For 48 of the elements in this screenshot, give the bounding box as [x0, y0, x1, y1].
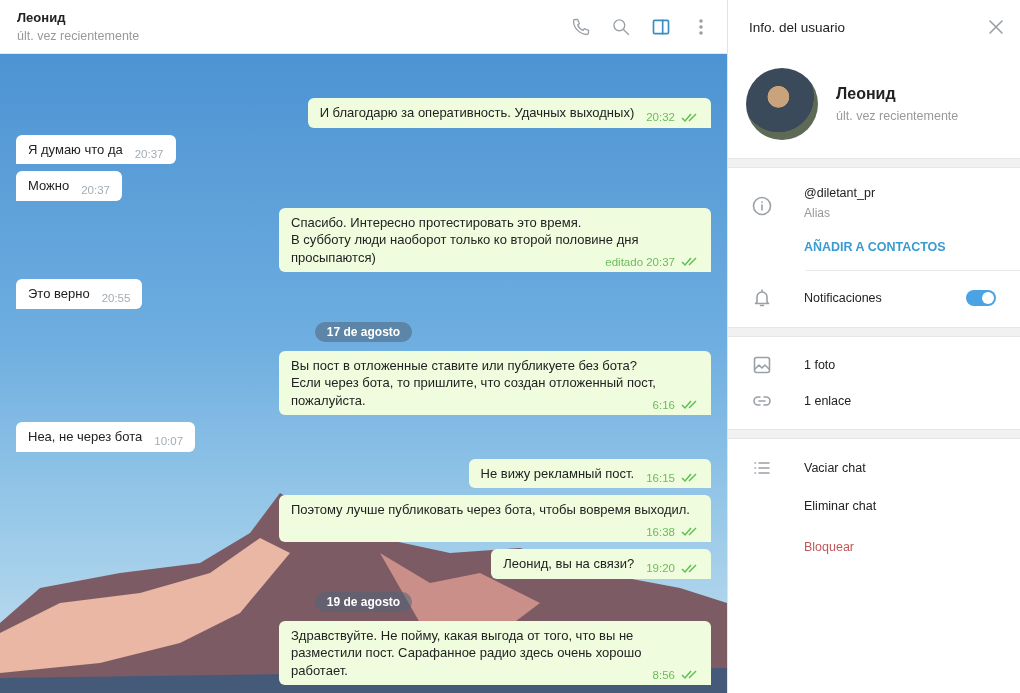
outgoing-message: Здравствуйте. Не пойму, какая выгода от того, что вы не разместили пост. Сарафанное радио здесь очень хорошо работает. 8:56: [279, 620, 711, 685]
message-time: 20:32: [646, 110, 675, 125]
chat-status: últ. vez recientemente: [17, 29, 141, 43]
image-icon: [752, 355, 772, 375]
date-separator: 19 de agosto: [314, 591, 413, 612]
notifications-toggle[interactable]: [966, 290, 996, 306]
date-separator: 17 de agosto: [314, 321, 413, 342]
media-item[interactable]: 1 enlace: [804, 394, 852, 408]
panel-title: Info. del usuario: [749, 19, 846, 35]
chat-action[interactable]: Eliminar chat: [804, 499, 877, 513]
outgoing-message: Не вижу рекламный пост. 16:15: [468, 458, 711, 488]
username-label: Alias: [804, 206, 831, 220]
double-check-icon: [681, 670, 699, 681]
incoming-message: Неа, не через бота 10:07: [16, 422, 196, 452]
bell-icon: [752, 288, 772, 308]
block-action[interactable]: Bloquear: [804, 540, 855, 554]
message-time: 20:37: [134, 146, 164, 162]
message-time: 16:38: [646, 524, 675, 540]
double-check-icon: [681, 112, 699, 123]
chat-action[interactable]: Vaciar chat: [804, 461, 866, 475]
double-check-icon: [681, 563, 699, 574]
outgoing-message: Леонид, вы на связи? 19:20: [491, 549, 711, 579]
incoming-message: Это верно 20:55: [16, 279, 143, 309]
message-time: 10:07: [154, 434, 184, 449]
message-time: 20:55: [101, 291, 131, 306]
message-time: 6:16: [652, 397, 675, 413]
username: @diletant_pr: [804, 186, 877, 200]
outgoing-message: Вы пост в отложенные ставите или публикуете без бота? Если через бота, то пришлите, что создан отложенный пост, пожалуйста. 6:16: [279, 350, 711, 415]
outgoing-message: Спасибо. Интересно протестировать это время. В субботу люди наоборот только ко второй половине дня просыпаются) editado 20:37: [279, 207, 711, 272]
message-time: editado 20:37: [605, 254, 675, 270]
message-time: 19:20: [646, 561, 675, 576]
notifications-label: Notificaciones: [804, 291, 882, 305]
incoming-message: Я думаю что да 20:37: [16, 134, 176, 164]
outgoing-message: И благодарю за оперативность. Удачных выходных) 20:32: [307, 98, 711, 128]
double-check-icon: [681, 473, 699, 484]
double-check-icon: [681, 257, 699, 268]
incoming-message: Можно 20:37: [16, 171, 122, 201]
double-check-icon: [681, 400, 699, 411]
info-icon: [752, 196, 772, 216]
outgoing-message: Поэтому лучше публиковать через бота, чтобы вовремя выходил. 16:38: [279, 495, 711, 542]
message-time: 8:56: [652, 667, 675, 683]
double-check-icon: [681, 527, 699, 538]
profile-status: últ. vez recientemente: [836, 109, 960, 123]
chat-title: Леонид: [17, 10, 67, 25]
profile-name: Леонид: [836, 85, 897, 103]
message-time: 16:15: [646, 470, 675, 486]
message-time: 20:37: [81, 183, 110, 198]
media-item[interactable]: 1 foto: [804, 358, 836, 372]
